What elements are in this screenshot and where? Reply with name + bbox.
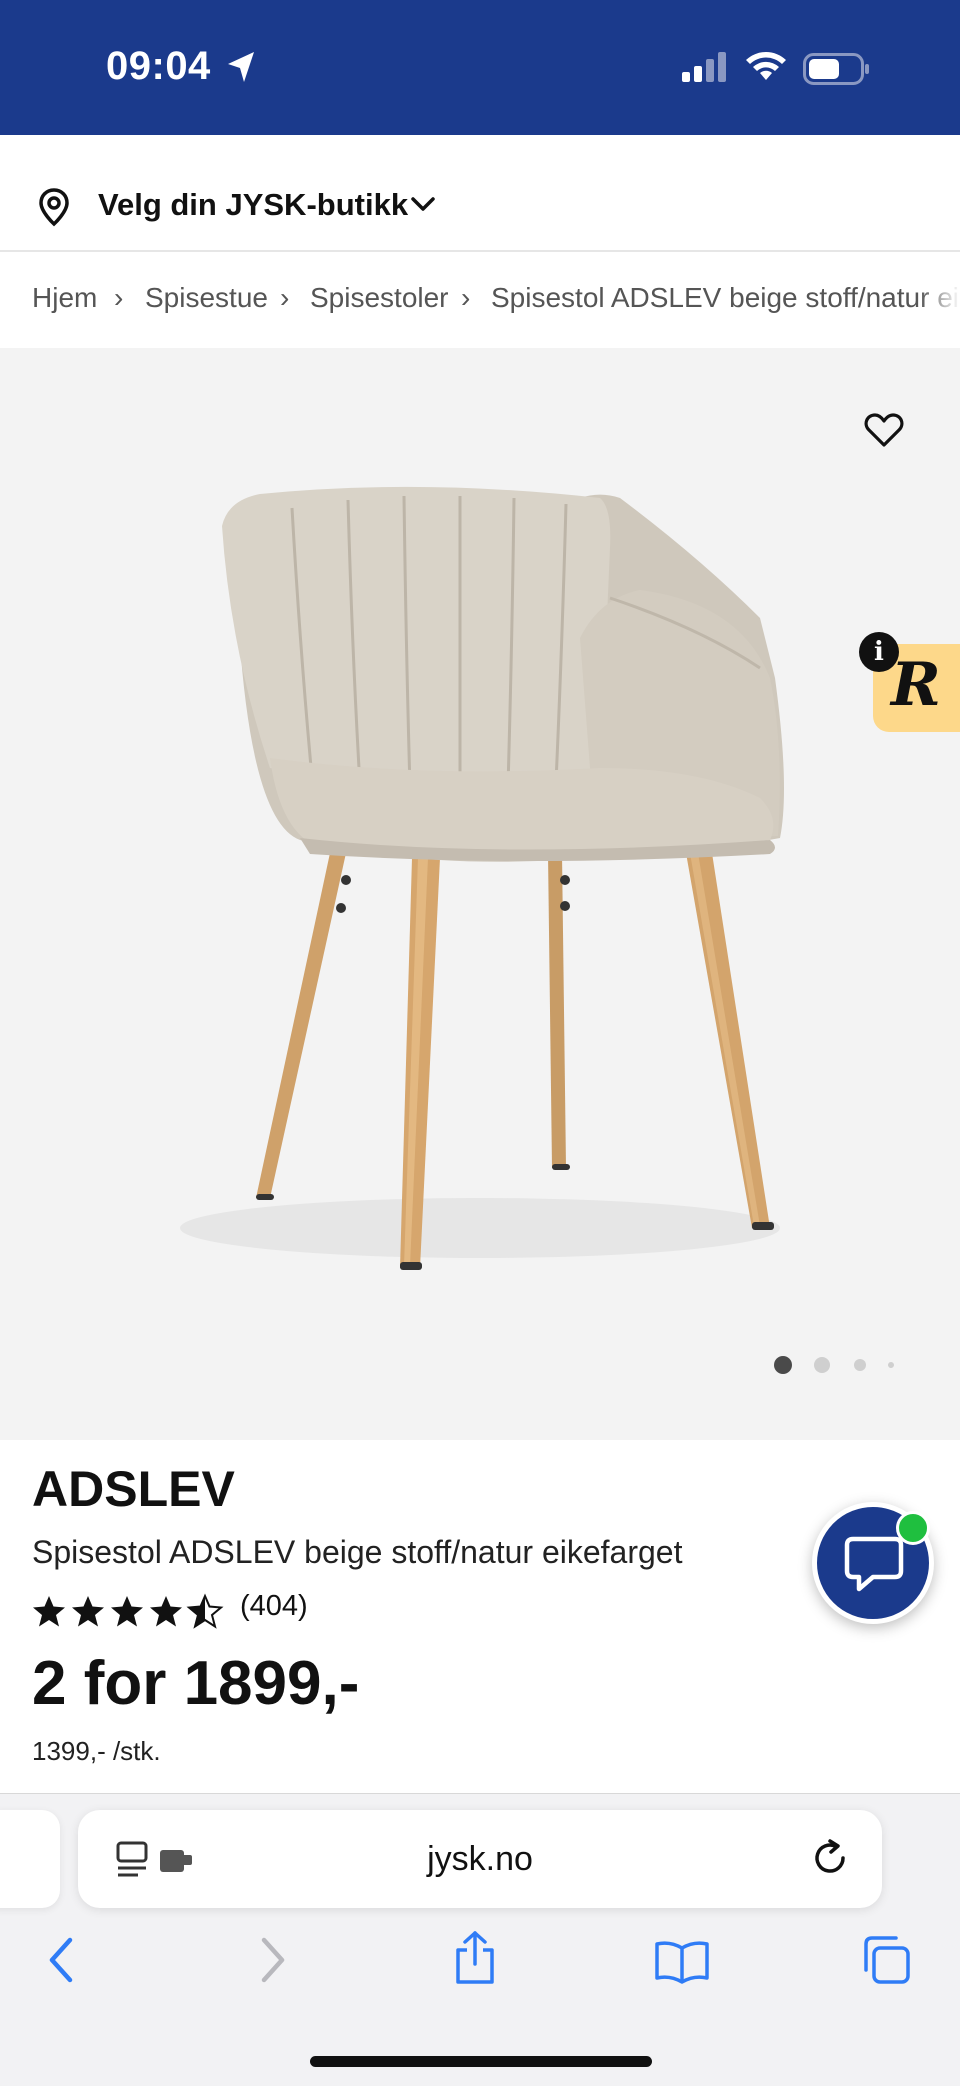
url-text: jysk.no	[427, 1840, 533, 1878]
review-widget-logo: R	[891, 650, 941, 720]
product-price: 2 for 1899,-	[32, 1649, 360, 1718]
breadcrumb-item-spisestoler[interactable]: Spisestoler	[310, 282, 449, 314]
tabs-icon[interactable]	[860, 1934, 912, 1986]
breadcrumb-item-spisestue[interactable]: Spisestue	[145, 282, 268, 314]
address-bar[interactable]: jysk.no	[78, 1810, 882, 1908]
star-icon	[33, 1596, 65, 1627]
breadcrumb-separator-icon: ›	[114, 282, 124, 313]
store-selector-label: Velg din JYSK-butikk	[98, 187, 409, 222]
bookmarks-icon[interactable]	[654, 1938, 710, 1984]
gallery-dot[interactable]	[854, 1359, 866, 1371]
chat-bubble-icon	[844, 1536, 904, 1592]
back-icon[interactable]	[46, 1936, 76, 1984]
star-icon	[150, 1596, 182, 1627]
chevron-down-icon	[411, 197, 435, 211]
reload-icon[interactable]	[810, 1838, 850, 1878]
status-time: 09:04	[106, 44, 211, 88]
star-icon	[111, 1596, 143, 1627]
online-status-dot	[896, 1511, 930, 1545]
unit-price: 1399,- /stk.	[32, 1736, 161, 1766]
rating-stars[interactable]	[32, 1592, 232, 1632]
breadcrumb-item-home[interactable]: Hjem	[32, 282, 97, 314]
previous-tab-preview[interactable]	[0, 1810, 60, 1908]
wifi-icon	[746, 52, 786, 80]
review-count[interactable]: (404)	[240, 1590, 308, 1623]
product-brand: ADSLEV	[32, 1461, 235, 1517]
breadcrumb-item-current[interactable]: Spisestol ADSLEV beige stoff/natur eikef…	[491, 282, 960, 314]
heart-icon[interactable]	[864, 412, 904, 448]
star-icon	[72, 1596, 104, 1627]
product-image-gallery[interactable]	[0, 348, 960, 1440]
status-bar: 09:04	[0, 0, 960, 135]
gallery-dot[interactable]	[814, 1357, 830, 1373]
product-name: Spisestol ADSLEV beige stoff/natur eikef…	[32, 1534, 683, 1570]
location-pin-icon	[39, 188, 69, 227]
breadcrumb-separator-icon: ›	[280, 282, 290, 313]
gallery-dot-active[interactable]	[774, 1356, 792, 1374]
breadcrumb-separator-icon: ›	[461, 282, 471, 313]
cellular-signal-icon	[682, 52, 726, 82]
gallery-dot[interactable]	[888, 1362, 894, 1368]
share-icon[interactable]	[452, 1930, 498, 1986]
store-selector[interactable]: Velg din JYSK-butikk	[0, 135, 960, 252]
home-indicator	[310, 2056, 652, 2067]
forward-icon[interactable]	[258, 1936, 288, 1984]
breadcrumb: Hjem › Spisestue › Spisestoler › Spisest…	[0, 252, 960, 348]
location-arrow-icon	[228, 52, 254, 82]
breadcrumb-fade	[920, 252, 960, 348]
info-icon[interactable]: i	[859, 632, 899, 672]
battery-icon	[803, 53, 869, 85]
product-image	[180, 486, 784, 1270]
